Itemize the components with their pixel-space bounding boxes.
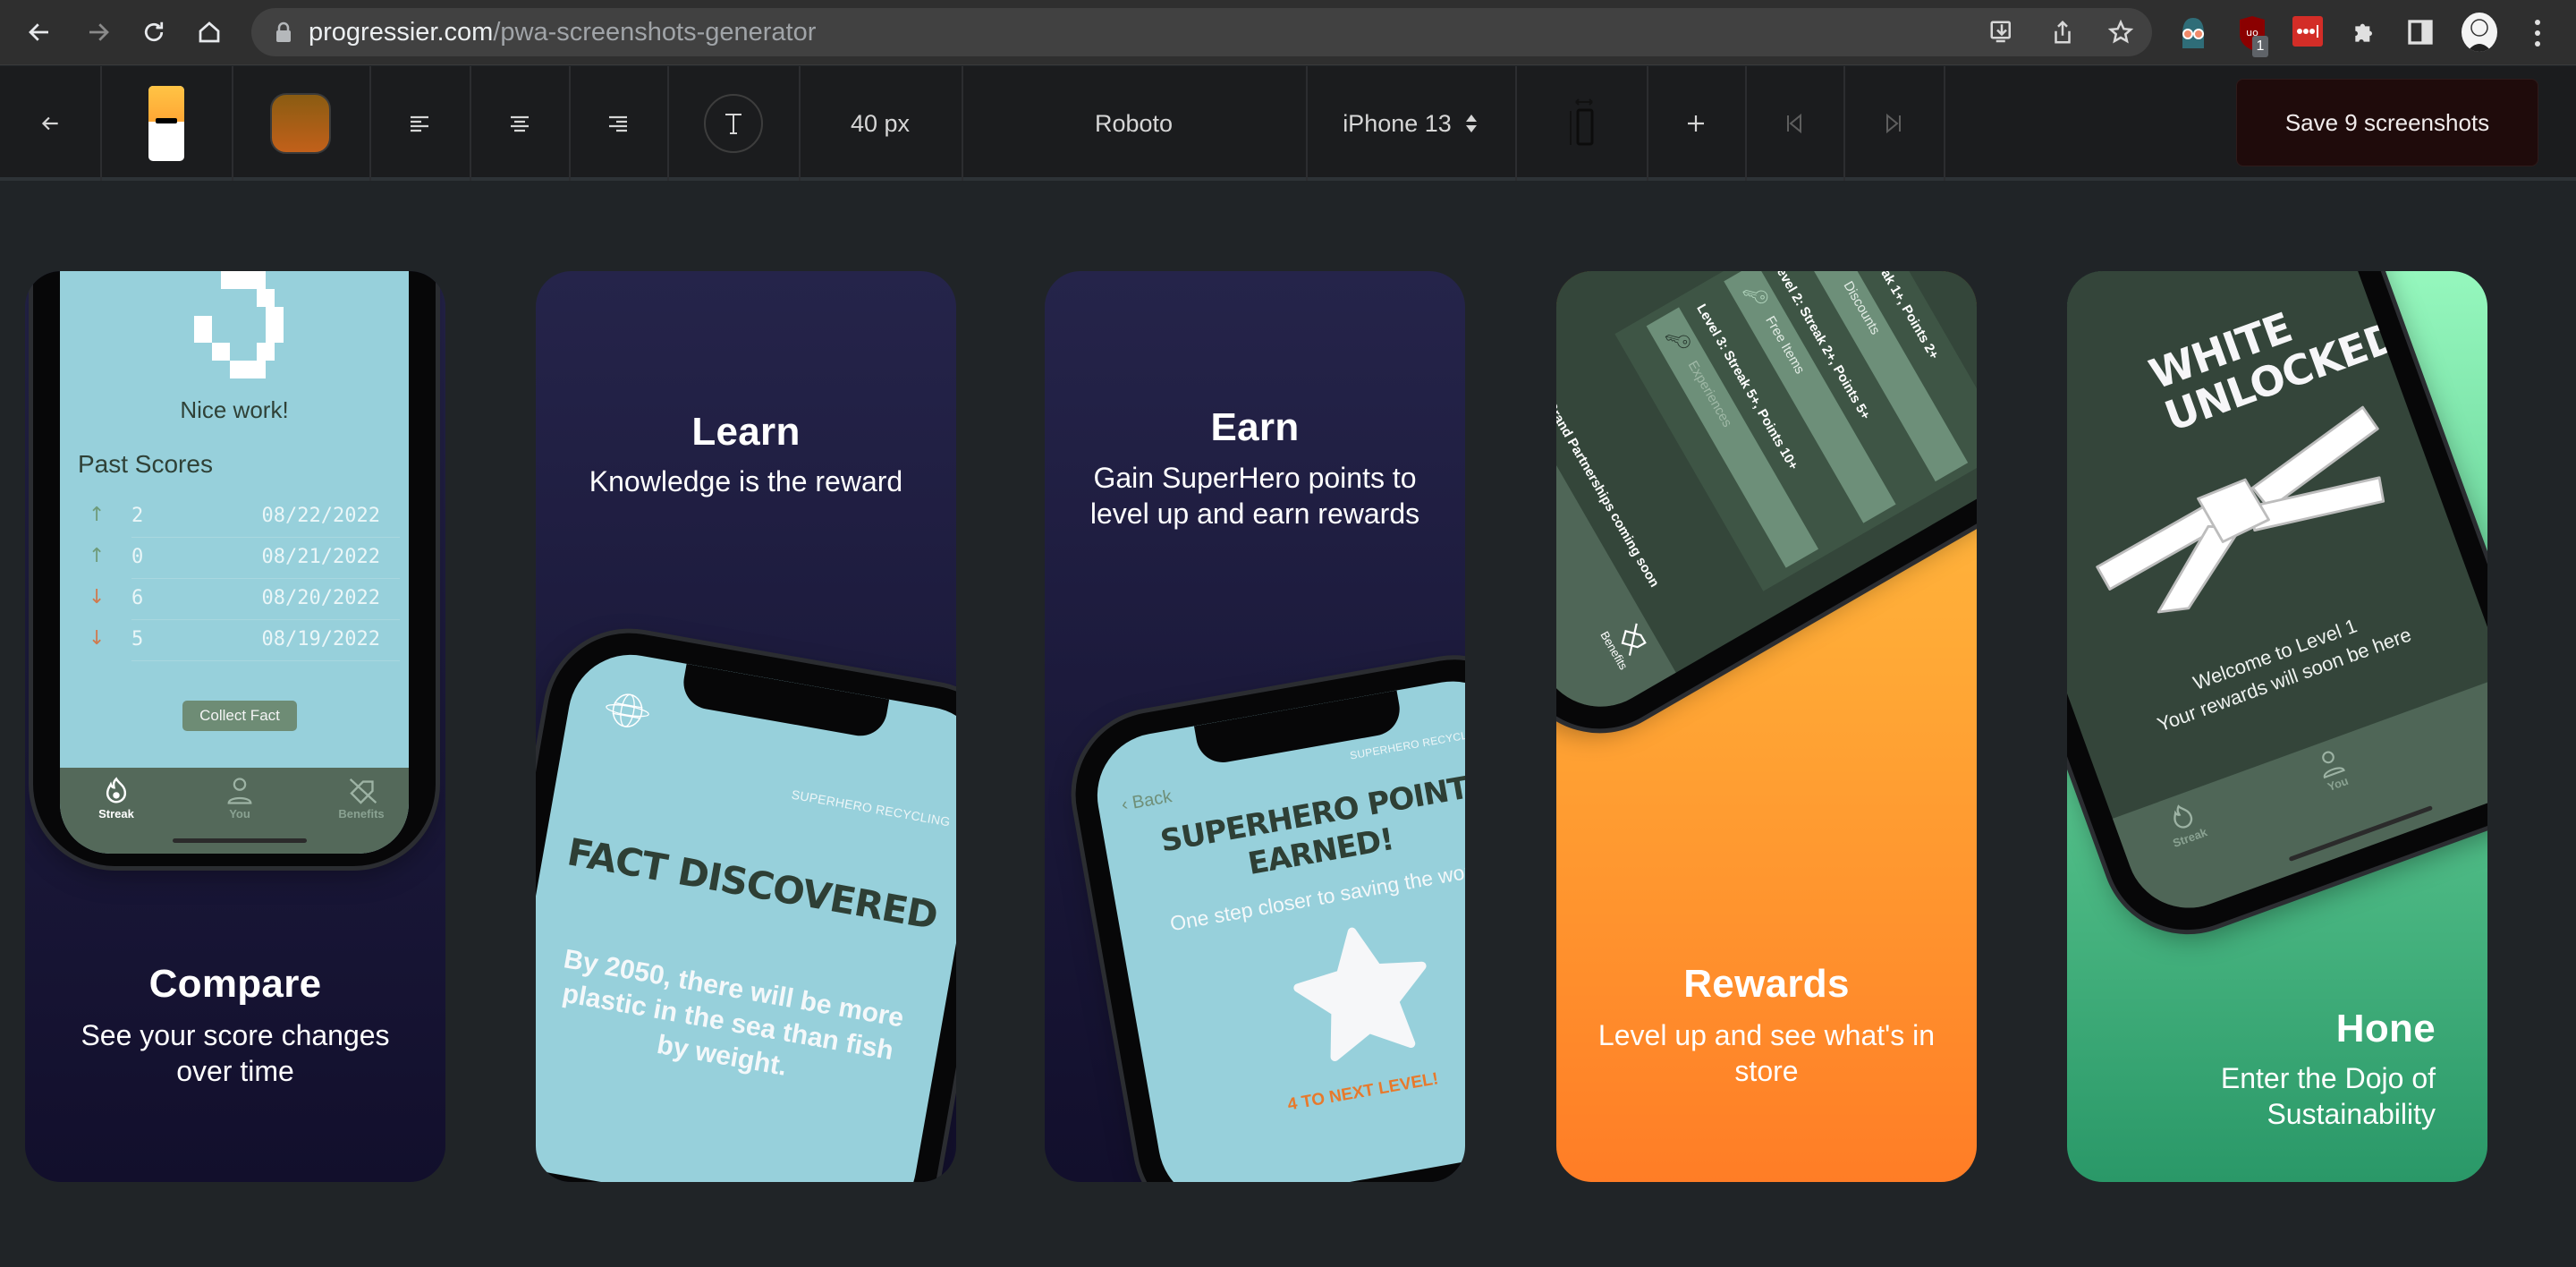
fact-heading: FACT DISCOVERED xyxy=(564,829,941,939)
font-family-select[interactable]: Roboto xyxy=(962,66,1306,181)
browser-menu-icon[interactable] xyxy=(2531,18,2544,48)
device-label: iPhone 13 xyxy=(1343,109,1452,137)
extension-glasses-icon[interactable] xyxy=(2177,16,2209,50)
back-icon[interactable] xyxy=(20,13,59,52)
score-row: ↑ 0 08/21/2022 xyxy=(80,538,400,579)
screenshot-card-compare[interactable]: 3 Nice work! Past Scores ↑208/22/2022 ↑0… xyxy=(25,271,445,1182)
url-text[interactable]: progressier.com/pwa-screenshots-generato… xyxy=(309,18,816,47)
white-belt-illustration xyxy=(2096,405,2385,614)
add-screenshot-button[interactable] xyxy=(1647,66,1745,181)
align-center-button[interactable] xyxy=(470,66,569,181)
big-digit-three: 3 xyxy=(194,271,284,378)
phone-screen: 3 Nice work! Past Scores ↑208/22/2022 ↑0… xyxy=(60,271,409,854)
orientation-button[interactable] xyxy=(1515,66,1647,181)
phone-screen: WHITE UNLOCKED! Welcome to Level 1 Your re… xyxy=(2067,271,2487,926)
arrow-down-icon: ↓ xyxy=(89,586,106,608)
align-center-icon xyxy=(510,115,529,132)
screenshot-thumbnail[interactable] xyxy=(100,66,232,181)
text-font-button[interactable] xyxy=(667,66,799,181)
address-bar[interactable]: progressier.com/pwa-screenshots-generato… xyxy=(251,8,2152,56)
card-title[interactable]: Hone xyxy=(2067,1007,2487,1051)
home-icon[interactable] xyxy=(190,13,229,52)
phone-mockup: SUPERHERO RECYCLING FACT DISCOVERED By 2… xyxy=(536,620,956,1182)
side-panel-icon[interactable] xyxy=(2406,18,2435,47)
card-title[interactable]: Learn xyxy=(536,410,956,455)
align-left-button[interactable] xyxy=(369,66,470,181)
phone-mockup: Streak 1+, Points 2+ Discounts Level 2: … xyxy=(1556,271,1977,759)
phone-screen: Streak 1+, Points 2+ Discounts Level 2: … xyxy=(1556,271,1977,730)
lastpass-extension-icon[interactable] xyxy=(2292,16,2323,47)
home-indicator xyxy=(173,838,307,843)
align-left-icon xyxy=(411,115,428,132)
device-select[interactable]: iPhone 13 xyxy=(1306,66,1515,181)
phone-screen: SUPERHERO RECYCLING ‹ Back SUPERHERO POI… xyxy=(1087,671,1465,1182)
card-title[interactable]: Rewards xyxy=(1556,962,1977,1007)
score-row: ↓ 6 08/20/2022 xyxy=(80,579,400,620)
collect-fact-button: Collect Fact xyxy=(182,701,297,731)
back-link: ‹ Back xyxy=(1120,787,1174,815)
streak-flame-icon xyxy=(106,777,127,804)
card-subtitle[interactable]: Level up and see what's in store xyxy=(1583,1017,1950,1089)
phone-mockup: SUPERHERO RECYCLING ‹ Back SUPERHERO POI… xyxy=(1063,646,1465,1182)
past-scores-heading: Past Scores xyxy=(78,450,213,478)
arrow-down-icon: ↓ xyxy=(89,627,106,650)
share-icon[interactable] xyxy=(2049,19,2076,46)
move-last-button[interactable] xyxy=(1843,66,1944,181)
editor-toolbar: 40 px Roboto iPhone 13 Save 9 screenshot… xyxy=(0,66,2576,181)
phone-mockup: 3 Nice work! Past Scores ↑208/22/2022 ↑0… xyxy=(33,271,436,866)
arrow-up-icon: ↑ xyxy=(89,504,106,526)
score-message: Nice work! xyxy=(180,396,289,423)
phone-screen: SUPERHERO RECYCLING FACT DISCOVERED By 2… xyxy=(536,644,956,1182)
bookmark-star-icon[interactable] xyxy=(2107,19,2134,46)
skip-last-icon xyxy=(1886,113,1901,134)
fact-text: By 2050, there will be more plastic in t… xyxy=(560,944,906,1082)
ublock-extension-icon[interactable]: uo 1 xyxy=(2238,16,2268,57)
benefits-tag-icon xyxy=(349,778,377,804)
score-row: ↓ 5 08/19/2022 xyxy=(80,620,400,661)
plus-icon xyxy=(1688,115,1704,132)
card-subtitle[interactable]: See your score changes over time xyxy=(52,1017,419,1089)
brand-label: SUPERHERO RECYCLING xyxy=(790,787,952,829)
nav-streak: Streak xyxy=(98,807,134,821)
bottom-nav: Streak You Benefits xyxy=(60,768,409,854)
screenshot-card-hone[interactable]: WHITE UNLOCKED! Welcome to Level 1 Your re… xyxy=(2067,271,2487,1182)
card-subtitle[interactable]: Gain SuperHero points to level up and ea… xyxy=(1072,460,1438,531)
back-button[interactable] xyxy=(0,66,100,181)
user-icon xyxy=(227,778,252,804)
arrow-left-icon xyxy=(41,116,58,131)
star-icon xyxy=(1293,927,1427,1062)
globe-icon xyxy=(606,693,649,727)
profile-avatar[interactable] xyxy=(2462,13,2497,52)
browser-toolbar: progressier.com/pwa-screenshots-generato… xyxy=(0,0,2576,65)
text-icon xyxy=(703,94,763,153)
save-screenshots-button[interactable]: Save 9 screenshots xyxy=(2236,79,2538,166)
align-right-button[interactable] xyxy=(569,66,667,181)
reload-icon[interactable] xyxy=(134,13,174,52)
score-row: ↑ 2 08/22/2022 xyxy=(80,497,400,538)
screenshot-card-rewards[interactable]: Streak 1+, Points 2+ Discounts Level 2: … xyxy=(1556,271,1977,1182)
device-resize-icon xyxy=(1569,98,1593,146)
move-first-button[interactable] xyxy=(1745,66,1843,181)
lock-icon xyxy=(276,21,291,42)
forward-icon[interactable] xyxy=(79,13,118,52)
nav-benefits: Benefits xyxy=(338,807,385,821)
extension-badge: 1 xyxy=(2252,36,2268,57)
updown-chevron-icon xyxy=(1465,115,1477,132)
skip-first-icon xyxy=(1787,113,1801,134)
extensions-puzzle-icon[interactable] xyxy=(2351,18,2379,47)
font-size-input[interactable]: 40 px xyxy=(799,66,962,181)
screenshot-card-learn[interactable]: Learn Knowledge is the reward SUPERHERO … xyxy=(536,271,956,1182)
card-subtitle[interactable]: Enter the Dojo of Sustainability xyxy=(2114,1060,2436,1132)
card-title[interactable]: Earn xyxy=(1045,405,1465,450)
screenshot-card-earn[interactable]: Earn Gain SuperHero points to level up a… xyxy=(1045,271,1465,1182)
nav-you: You xyxy=(229,807,250,821)
home-indicator xyxy=(2288,805,2434,862)
align-right-icon xyxy=(609,115,627,132)
card-subtitle[interactable]: Knowledge is the reward xyxy=(563,463,929,499)
phone-mockup: WHITE UNLOCKED! Welcome to Level 1 Your re… xyxy=(2067,271,2487,954)
arrow-up-icon: ↑ xyxy=(89,545,106,567)
install-app-icon[interactable] xyxy=(1988,19,2015,46)
background-color-picker[interactable] xyxy=(232,66,369,181)
card-title[interactable]: Compare xyxy=(25,962,445,1007)
